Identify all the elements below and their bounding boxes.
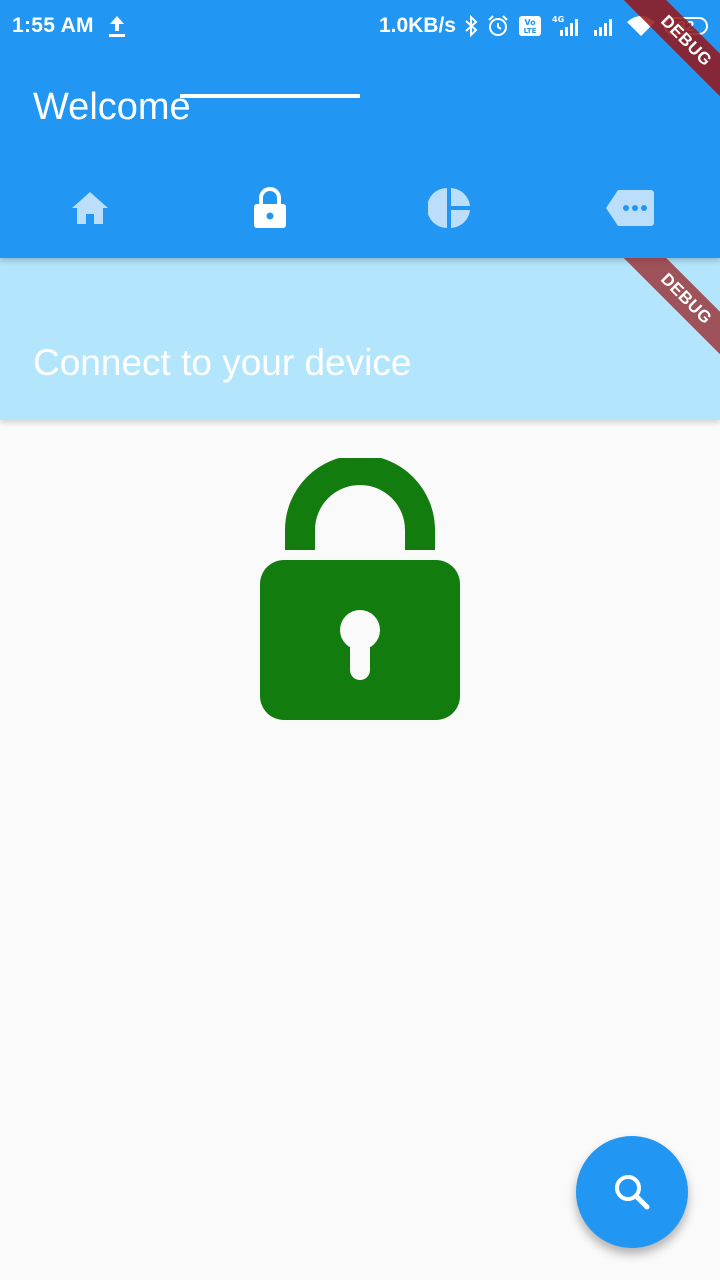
svg-text:Vo: Vo [524,18,536,27]
banner-text: Connect to your device [33,342,412,383]
tab-bar [0,160,720,258]
battery-indicator: 32 [664,17,708,35]
alarm-icon [488,15,508,36]
bluetooth-icon [465,14,478,38]
status-time: 1:55 AM [12,14,94,37]
volte-icon: Vo LTE [519,16,541,36]
tab-more[interactable] [540,160,720,258]
app-bar: 1:55 AM 1.0KB/s Vo LTE 4G 32 Welcome [0,0,720,258]
search-icon [615,1175,650,1210]
lock-icon [260,458,460,720]
wifi-icon [627,16,655,36]
pie-chart-icon [428,188,470,228]
signal-4g-icon: 4G [552,15,578,36]
search-fab[interactable] [576,1136,688,1248]
svg-text:4G: 4G [552,15,564,24]
tab-pie-chart[interactable] [360,160,540,258]
lock-icon [254,187,286,228]
tag-more-icon [606,190,654,226]
upload-icon [108,16,125,37]
tab-lock[interactable] [180,160,360,258]
app-title: Welcome [33,86,191,128]
connect-banner: Connect to your device [0,258,720,420]
signal-icon [594,19,612,36]
svg-text:LTE: LTE [524,27,537,35]
tab-home[interactable] [0,160,180,258]
tab-indicator [180,94,360,98]
net-speed: 1.0KB/s [378,14,456,37]
status-bar: 1:55 AM 1.0KB/s Vo LTE 4G 32 [0,0,720,52]
home-icon [72,192,108,224]
